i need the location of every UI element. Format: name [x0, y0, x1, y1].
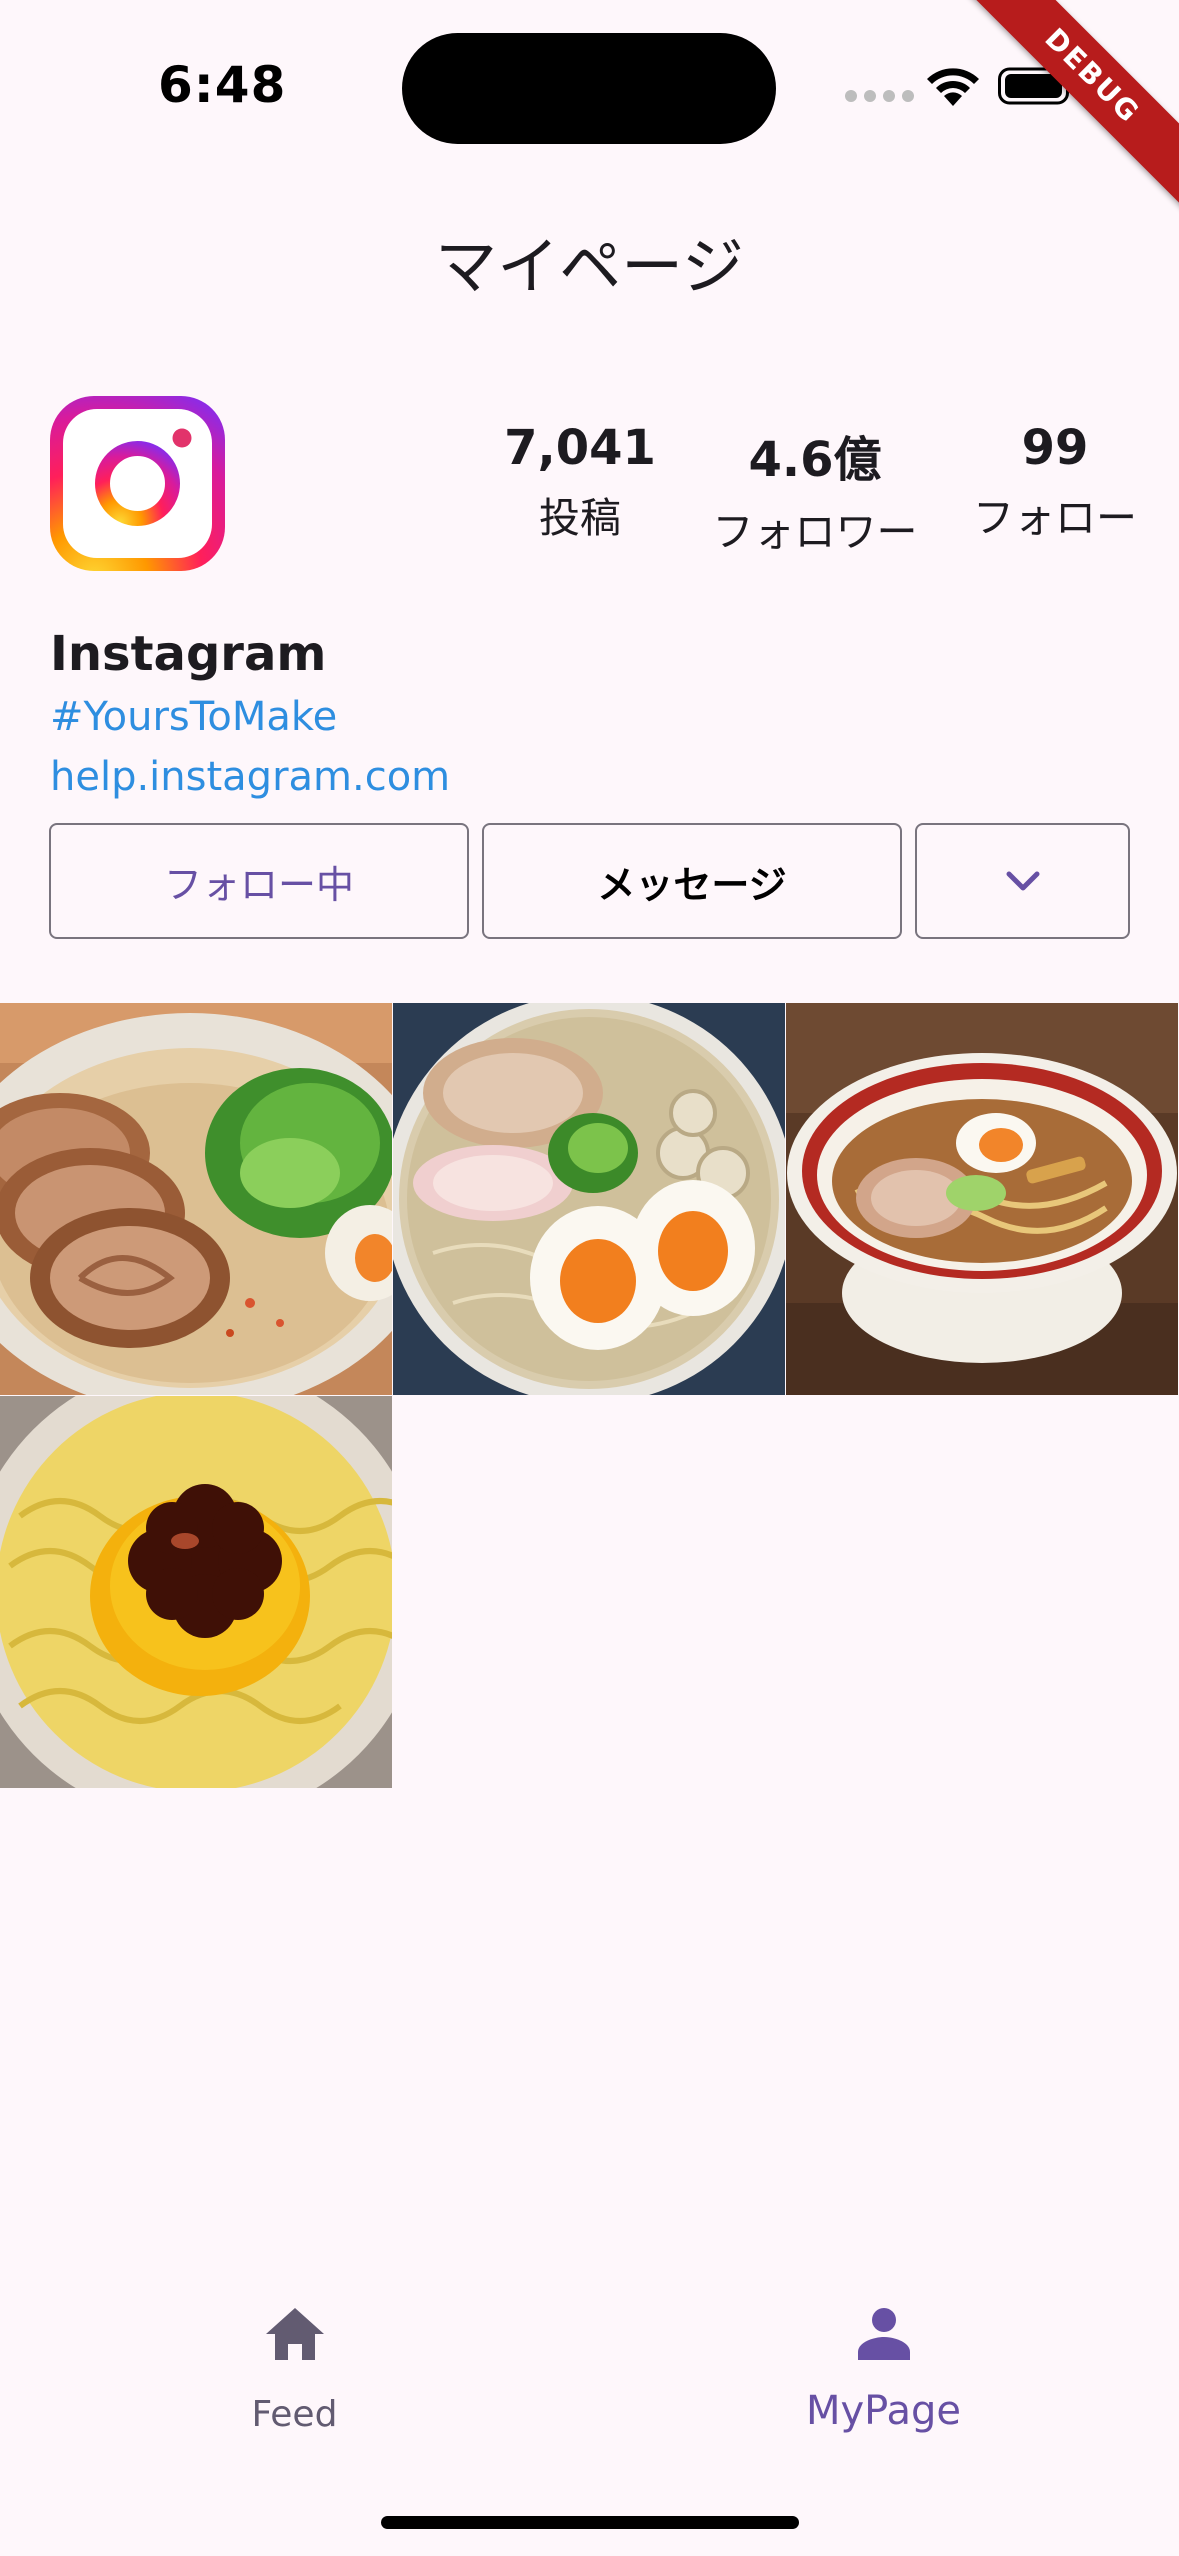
stat-following[interactable]: 99 フォロー [950, 420, 1160, 544]
stat-posts-value: 7,041 [504, 420, 656, 476]
dynamic-island [402, 33, 776, 144]
cellular-signal-icon [845, 90, 914, 102]
ramen-photo-chashu [0, 1003, 392, 1395]
stat-posts-label: 投稿 [539, 494, 621, 542]
nav-item-feed[interactable]: Feed [0, 2270, 589, 2470]
home-indicator[interactable] [381, 2516, 799, 2529]
bottom-navigation-bar: Feed MyPage [0, 2270, 1179, 2470]
profile-name: Instagram [50, 626, 327, 682]
post-thumbnail[interactable] [786, 1003, 1178, 1395]
profile-stats: 7,041 投稿 4.6億 フォロワー 99 フォロー [480, 420, 1160, 560]
more-options-button[interactable] [915, 823, 1130, 939]
nav-item-mypage-label: MyPage [805, 2388, 962, 2434]
stat-following-value: 99 [1021, 420, 1089, 476]
profile-hashtag-link[interactable]: #YoursToMake [50, 694, 337, 740]
following-button[interactable]: フォロー中 [49, 823, 469, 939]
wifi-icon [927, 68, 979, 106]
instagram-logo-icon[interactable] [50, 396, 225, 571]
home-icon [265, 2308, 324, 2360]
post-thumbnail[interactable] [393, 1003, 785, 1395]
status-time: 6:48 [158, 56, 287, 114]
chevron-down-icon [1006, 871, 1039, 891]
profile-website-link[interactable]: help.instagram.com [50, 754, 450, 800]
nav-item-feed-label: Feed [251, 2394, 338, 2435]
post-thumbnail[interactable] [0, 1396, 392, 1788]
stat-following-label: フォロー [973, 494, 1137, 542]
stat-posts[interactable]: 7,041 投稿 [480, 420, 680, 544]
person-icon [857, 2308, 910, 2360]
ramen-photo-shoyu [786, 1003, 1178, 1395]
ramen-photo-pudding [0, 1396, 392, 1788]
stat-followers[interactable]: 4.6億 フォロワー [695, 420, 935, 558]
stat-followers-label: フォロワー [712, 508, 918, 556]
nav-item-mypage[interactable]: MyPage [589, 2270, 1178, 2470]
message-button[interactable]: メッセージ [482, 823, 902, 939]
post-thumbnail[interactable] [0, 1003, 392, 1395]
ramen-photo-eggs [393, 1003, 785, 1395]
page-title: マイページ [435, 230, 744, 303]
stat-followers-value: 4.6億 [748, 432, 882, 488]
